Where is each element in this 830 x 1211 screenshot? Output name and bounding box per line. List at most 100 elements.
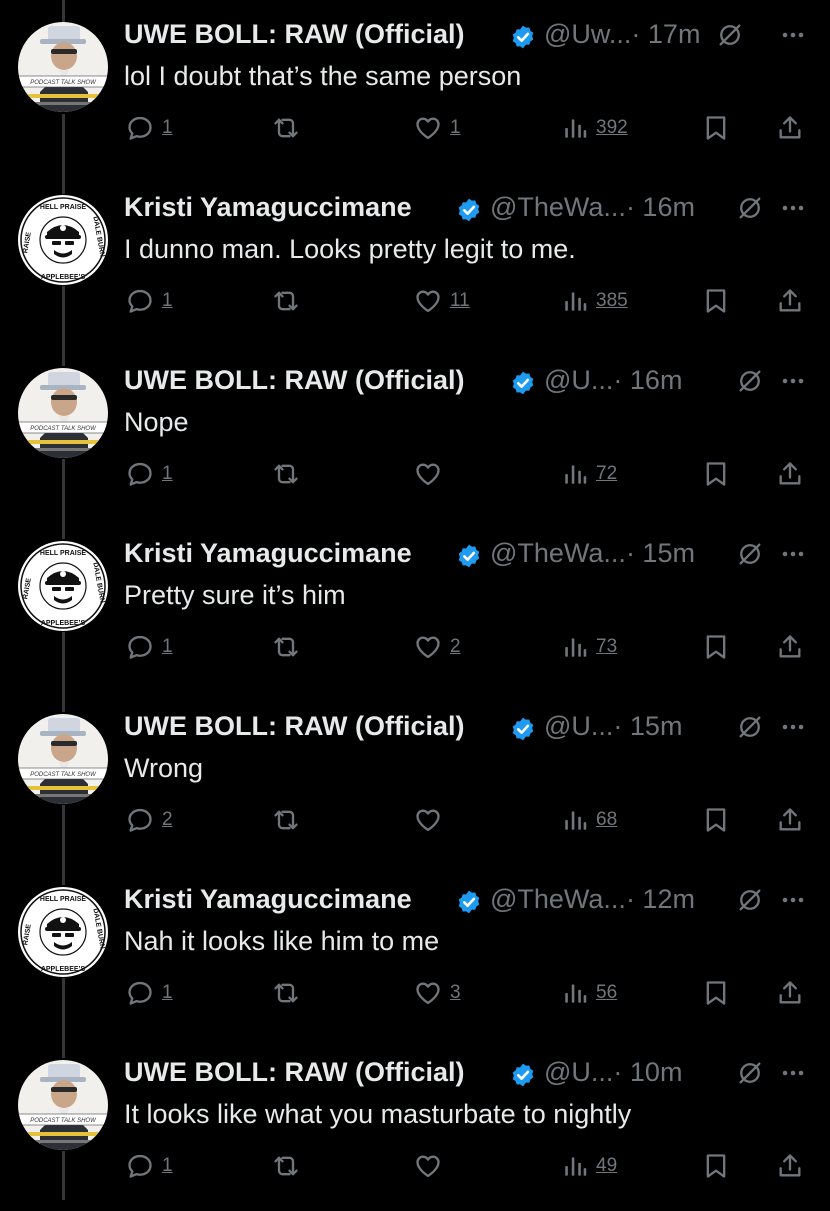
more-icon[interactable] (778, 885, 808, 913)
mute-icon[interactable] (736, 193, 764, 221)
share-button[interactable] (776, 108, 804, 148)
like-icon (414, 287, 442, 315)
like-button[interactable] (414, 800, 450, 840)
more-icon[interactable] (778, 366, 808, 394)
reply-button[interactable]: 2 (126, 800, 173, 840)
author-name[interactable]: UWE BOLL: RAW (Official) (124, 1052, 464, 1092)
like-button[interactable]: 11 (414, 281, 470, 321)
views-button[interactable]: 49 (562, 1146, 617, 1186)
views-button[interactable]: 392 (562, 108, 628, 148)
bookmark-button[interactable] (702, 627, 730, 667)
reply-button[interactable]: 1 (126, 973, 173, 1013)
bookmark-button[interactable] (702, 108, 730, 148)
retweet-button[interactable] (272, 627, 308, 667)
mute-icon[interactable] (716, 20, 744, 48)
avatar[interactable]: PODCAST TALK SHOW (18, 22, 108, 112)
avatar[interactable]: PODCAST TALK SHOW (18, 714, 108, 804)
timestamp[interactable]: · 15m (626, 538, 695, 568)
author-name[interactable]: UWE BOLL: RAW (Official) (124, 360, 464, 400)
avatar[interactable]: PODCAST TALK SHOW (18, 1060, 108, 1150)
author-handle[interactable]: @TheWa...· 12m (490, 879, 695, 919)
author-handle[interactable]: @TheWa...· 16m (490, 187, 695, 227)
author-name[interactable]: Kristi Yamaguccimane (124, 187, 412, 227)
share-button[interactable] (776, 1146, 804, 1186)
tweet[interactable]: PODCAST TALK SHOW UWE BOLL: RAW (Official… (0, 1038, 830, 1211)
bookmark-button[interactable] (702, 281, 730, 321)
timestamp[interactable]: · 16m (613, 365, 682, 395)
like-button[interactable] (414, 454, 450, 494)
more-icon[interactable] (778, 712, 808, 740)
tweet-header: Kristi Yamaguccimane @TheWa...· 12m (124, 879, 814, 919)
more-icon[interactable] (778, 539, 808, 567)
timestamp[interactable]: · 15m (613, 711, 682, 741)
like-count: 3 (450, 982, 461, 1003)
retweet-button[interactable] (272, 973, 308, 1013)
views-button[interactable]: 73 (562, 627, 617, 667)
avatar[interactable]: PODCAST TALK SHOW (18, 368, 108, 458)
handle-text: @TheWa... (490, 538, 626, 568)
share-button[interactable] (776, 281, 804, 321)
like-button[interactable] (414, 1146, 450, 1186)
mute-icon[interactable] (736, 712, 764, 740)
tweet[interactable]: PODCAST TALK SHOW UWE BOLL: RAW (Official… (0, 0, 830, 173)
more-icon[interactable] (778, 1058, 808, 1086)
author-handle[interactable]: @U...· 16m (544, 360, 682, 400)
retweet-button[interactable] (272, 108, 308, 148)
like-button[interactable]: 1 (414, 108, 461, 148)
reply-button[interactable]: 1 (126, 108, 173, 148)
mute-icon[interactable] (736, 539, 764, 567)
author-handle[interactable]: @U...· 10m (544, 1052, 682, 1092)
like-button[interactable]: 2 (414, 627, 461, 667)
mute-icon[interactable] (736, 366, 764, 394)
tweet[interactable]: PODCAST TALK SHOW UWE BOLL: RAW (Official… (0, 346, 830, 519)
timestamp[interactable]: · 17m (631, 19, 700, 49)
retweet-button[interactable] (272, 1146, 308, 1186)
tweet[interactable]: PODCAST TALK SHOW UWE BOLL: RAW (Official… (0, 692, 830, 865)
svg-text:PODCAST TALK SHOW: PODCAST TALK SHOW (30, 772, 97, 778)
mute-icon[interactable] (736, 885, 764, 913)
timestamp[interactable]: · 10m (613, 1057, 682, 1087)
author-name[interactable]: Kristi Yamaguccimane (124, 879, 412, 919)
bookmark-button[interactable] (702, 1146, 730, 1186)
author-handle[interactable]: @Uw...· 17m (544, 14, 700, 54)
views-button[interactable]: 72 (562, 454, 617, 494)
tweet[interactable]: HELL PRAISE APPLEBEE’S RAISE DALE BURN Krist… (0, 173, 830, 346)
timestamp[interactable]: · 12m (626, 884, 695, 914)
tweet-header: UWE BOLL: RAW (Official) @U...· 15m (124, 706, 814, 746)
views-button[interactable]: 68 (562, 800, 617, 840)
verified-badge-icon (510, 1059, 536, 1087)
bookmark-button[interactable] (702, 973, 730, 1013)
bookmark-button[interactable] (702, 800, 730, 840)
bookmark-icon (702, 633, 730, 661)
reply-button[interactable]: 1 (126, 454, 173, 494)
bookmark-button[interactable] (702, 454, 730, 494)
more-icon[interactable] (778, 193, 808, 221)
author-name[interactable]: UWE BOLL: RAW (Official) (124, 14, 464, 54)
retweet-button[interactable] (272, 800, 308, 840)
reply-button[interactable]: 1 (126, 281, 173, 321)
retweet-button[interactable] (272, 454, 308, 494)
share-button[interactable] (776, 800, 804, 840)
author-name[interactable]: Kristi Yamaguccimane (124, 533, 412, 573)
reply-button[interactable]: 1 (126, 627, 173, 667)
more-icon[interactable] (778, 20, 808, 48)
like-button[interactable]: 3 (414, 973, 461, 1013)
reply-button[interactable]: 1 (126, 1146, 173, 1186)
retweet-button[interactable] (272, 281, 308, 321)
author-handle[interactable]: @TheWa...· 15m (490, 533, 695, 573)
avatar[interactable]: HELL PRAISE APPLEBEE’S RAISE DALE BURN (18, 541, 108, 631)
share-button[interactable] (776, 454, 804, 494)
avatar[interactable]: HELL PRAISE APPLEBEE’S RAISE DALE BURN (18, 887, 108, 977)
author-handle[interactable]: @U...· 15m (544, 706, 682, 746)
mute-icon[interactable] (736, 1058, 764, 1086)
tweet[interactable]: HELL PRAISE APPLEBEE’S RAISE DALE BURN Krist… (0, 519, 830, 692)
timestamp[interactable]: · 16m (626, 192, 695, 222)
share-button[interactable] (776, 627, 804, 667)
tweet[interactable]: HELL PRAISE APPLEBEE’S RAISE DALE BURN Krist… (0, 865, 830, 1038)
reply-icon (126, 1152, 154, 1180)
views-button[interactable]: 385 (562, 281, 628, 321)
avatar[interactable]: HELL PRAISE APPLEBEE’S RAISE DALE BURN (18, 195, 108, 285)
views-button[interactable]: 56 (562, 973, 617, 1013)
share-button[interactable] (776, 973, 804, 1013)
author-name[interactable]: UWE BOLL: RAW (Official) (124, 706, 464, 746)
